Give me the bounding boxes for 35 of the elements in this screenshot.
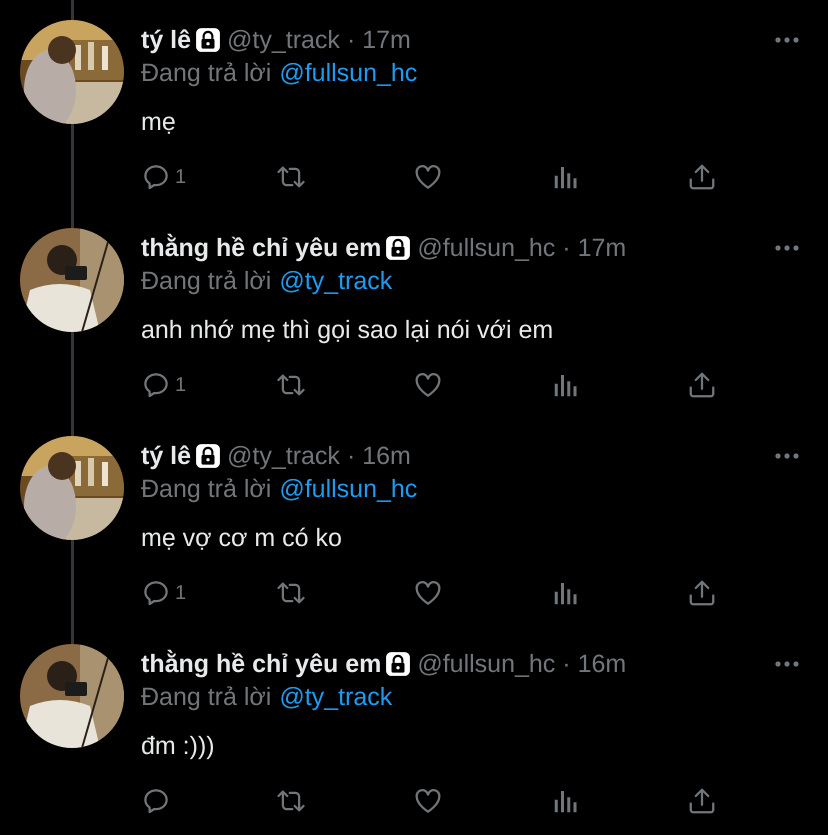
share-icon[interactable]: [687, 786, 717, 816]
reply-count: 1: [175, 582, 186, 604]
more-icon[interactable]: [774, 244, 800, 252]
handle[interactable]: @ty_track: [227, 442, 340, 470]
replying-to-label: Đang trả lời: [141, 266, 272, 296]
share-icon[interactable]: [687, 578, 717, 608]
tweet-text: mẹ vợ cơ m có ko: [141, 523, 343, 554]
display-name[interactable]: tý lê: [141, 442, 192, 470]
display-name[interactable]: thằng hề chỉ yêu em: [141, 234, 382, 262]
handle[interactable]: @fullsun_hc: [417, 234, 556, 262]
handle[interactable]: @ty_track: [227, 26, 340, 54]
mention-link[interactable]: @fullsun_hc: [279, 474, 418, 504]
timestamp[interactable]: · 16m: [562, 650, 626, 678]
tweet-text: đm :))): [141, 731, 216, 762]
share-icon[interactable]: [687, 162, 717, 192]
reply-count: 1: [175, 374, 186, 396]
share-icon[interactable]: [687, 370, 717, 400]
display-name[interactable]: tý lê: [141, 26, 192, 54]
more-icon[interactable]: [774, 36, 800, 44]
mention-link[interactable]: @ty_track: [279, 266, 392, 296]
timestamp[interactable]: · 16m: [346, 442, 411, 470]
mention-link[interactable]: @ty_track: [279, 682, 392, 712]
more-icon[interactable]: [774, 660, 800, 668]
tweet-text: anh nhớ mẹ thì gọi sao lại nói với em: [141, 315, 554, 346]
timestamp[interactable]: · 17m: [346, 26, 411, 54]
timestamp[interactable]: · 17m: [562, 234, 626, 262]
tweet-text: mẹ: [141, 107, 177, 138]
replying-to-label: Đang trả lời: [141, 682, 272, 712]
handle[interactable]: @fullsun_hc: [417, 650, 556, 678]
more-icon[interactable]: [774, 452, 800, 460]
replying-to-label: Đang trả lời: [141, 474, 272, 504]
mention-link[interactable]: @fullsun_hc: [279, 58, 418, 88]
display-name[interactable]: thằng hề chỉ yêu em: [141, 650, 382, 678]
reply-count: 1: [175, 166, 186, 188]
replying-to-label: Đang trả lời: [141, 58, 272, 88]
